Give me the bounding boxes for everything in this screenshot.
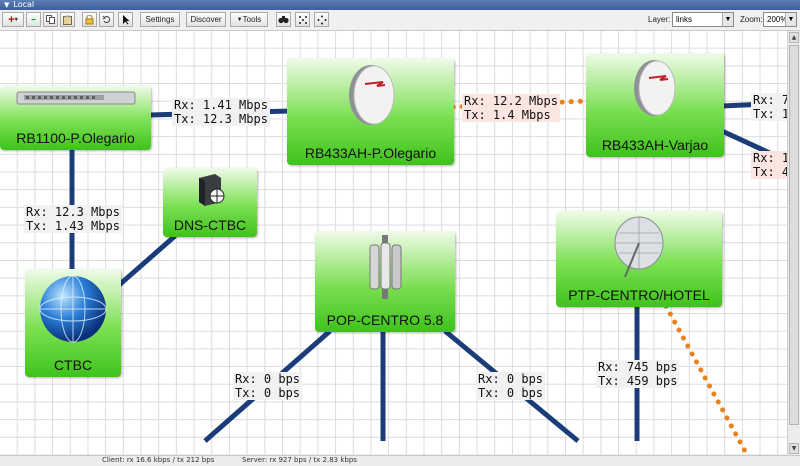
node-name: RB1100-P.Olegario xyxy=(16,130,135,146)
tx-value: Tx: 0 bps xyxy=(235,386,301,400)
sector-antenna-icon xyxy=(369,235,402,299)
arrange-icon[interactable] xyxy=(295,12,310,27)
rx-value: Rx: 0 bps xyxy=(478,372,544,386)
link-traffic-label: Rx: 0 bps Tx: 0 bps xyxy=(233,372,303,400)
chevron-down-icon: ▼ xyxy=(785,13,796,26)
node-ctbc[interactable]: CTBC xyxy=(25,269,121,377)
link-traffic-label: Rx: 7 Tx: 1 xyxy=(751,93,787,121)
link-traffic-label: Rx: 12.2 Mbps Tx: 1.4 Mbps xyxy=(462,94,560,122)
rx-value: Rx: 1.41 Mbps xyxy=(174,98,268,112)
node-name: POP-CENTRO 5.8 xyxy=(326,312,444,328)
tools-button[interactable]: ▼ Tools xyxy=(230,12,268,27)
discover-button[interactable]: Discover xyxy=(186,12,226,27)
tx-value: Tx: 1.43 Mbps xyxy=(26,219,120,233)
rotate-icon[interactable] xyxy=(99,12,114,27)
network-map-canvas[interactable]: RB1100-P.Olegario RB433AH-P.Olegario RB4… xyxy=(0,31,787,455)
status-bar: Client: rx 16.6 kbps / tx 212 bps Server… xyxy=(0,455,800,466)
layer-value: links xyxy=(676,15,693,24)
server-globe-icon xyxy=(199,174,225,206)
add-icon[interactable]: + ▾ xyxy=(2,12,24,27)
link-traffic-label: Rx: 12.3 Mbps Tx: 1.43 Mbps xyxy=(24,205,122,233)
pointer-icon[interactable] xyxy=(118,12,133,27)
server-traffic-status: Server: rx 927 bps / tx 2.83 kbps xyxy=(242,456,357,464)
dish-antenna-icon xyxy=(348,65,394,125)
node-pop-centro[interactable]: POP-CENTRO 5.8 xyxy=(315,231,455,332)
client-traffic-status: Client: rx 16.6 kbps / tx 212 bps xyxy=(102,456,215,464)
tx-value: Tx: 12.3 Mbps xyxy=(174,112,268,126)
node-rb433-olegario[interactable]: RB433AH-P.Olegario xyxy=(287,58,454,165)
tx-value: Tx: 1 xyxy=(753,107,787,121)
link-traffic-label: Rx: 745 bps Tx: 459 bps xyxy=(596,360,680,388)
node-dns-ctbc[interactable]: DNS-CTBC xyxy=(163,168,257,237)
remove-icon[interactable]: − xyxy=(26,12,41,27)
toolbar: + ▾ − Settings Discover ▼ Tools Layer: lin… xyxy=(0,10,800,31)
settings-button[interactable]: Settings xyxy=(140,12,180,27)
link-traffic-label: Rx: 1 Tx: 4 xyxy=(751,151,787,179)
tx-value: Tx: 0 bps xyxy=(478,386,544,400)
window-titlebar: ▼ Local xyxy=(0,0,800,10)
rx-value: Rx: 12.2 Mbps xyxy=(464,94,558,108)
window-title: Local xyxy=(13,0,35,9)
node-rb1100[interactable]: RB1100-P.Olegario xyxy=(0,86,151,150)
rx-value: Rx: 0 bps xyxy=(235,372,301,386)
scroll-thumb[interactable] xyxy=(789,45,799,425)
vertical-scrollbar[interactable]: ▲ ▼ xyxy=(787,31,800,455)
node-name: PTP-CENTRO/HOTEL xyxy=(568,287,710,303)
node-name: CTBC xyxy=(53,357,93,373)
scroll-up-icon[interactable]: ▲ xyxy=(789,32,799,43)
link-dns-ctbc[interactable] xyxy=(116,234,177,288)
scroll-down-icon[interactable]: ▼ xyxy=(789,443,799,454)
link-traffic-label: Rx: 1.41 Mbps Tx: 12.3 Mbps xyxy=(172,98,270,126)
zoom-select[interactable]: 200% ▼ xyxy=(763,12,797,27)
lock-icon[interactable] xyxy=(82,12,97,27)
tx-value: Tx: 4 xyxy=(753,165,787,179)
rx-value: Rx: 7 xyxy=(753,93,787,107)
grid-dish-icon xyxy=(614,216,664,278)
node-name: RB433AH-Varjao xyxy=(601,137,709,153)
layer-label: Layer: xyxy=(648,15,671,24)
rx-value: Rx: 745 bps xyxy=(598,360,678,374)
paste-icon[interactable] xyxy=(60,12,75,27)
zoom-label: Zoom: xyxy=(740,15,763,24)
node-name: RB433AH-P.Olegario xyxy=(304,145,437,161)
tx-value: Tx: 1.4 Mbps xyxy=(464,108,551,122)
layer-select[interactable]: links ▼ xyxy=(672,12,734,27)
dish-antenna-icon xyxy=(634,60,676,116)
tools-label: Tools xyxy=(242,15,262,24)
globe-icon xyxy=(39,275,107,343)
node-name: DNS-CTBC xyxy=(173,217,247,233)
spread-icon[interactable] xyxy=(314,12,329,27)
binoculars-icon[interactable] xyxy=(276,12,291,27)
chevron-down-icon: ▼ xyxy=(722,13,733,26)
rx-value: Rx: 12.3 Mbps xyxy=(26,205,120,219)
node-ptp-centro-hotel[interactable]: PTP-CENTRO/HOTEL xyxy=(556,211,722,307)
copy-icon[interactable] xyxy=(43,12,58,27)
node-rb433-varjao[interactable]: RB433AH-Varjao xyxy=(586,53,724,157)
rx-value: Rx: 1 xyxy=(753,151,787,165)
link-traffic-label: Rx: 0 bps Tx: 0 bps xyxy=(476,372,546,400)
tx-value: Tx: 459 bps xyxy=(598,374,678,388)
router-rack-icon xyxy=(16,91,135,105)
collapse-icon[interactable]: ▼ xyxy=(4,0,9,10)
